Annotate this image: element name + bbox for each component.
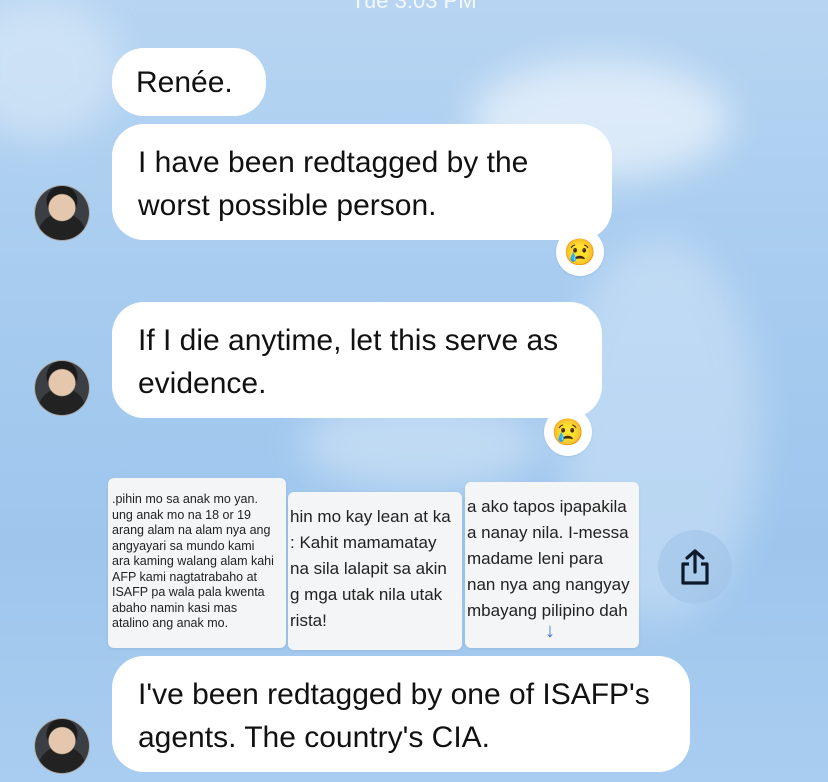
screenshot-text-line: a nanay nila. I-messa: [467, 523, 629, 542]
background-cloud: [0, 0, 120, 140]
message-bubble[interactable]: I've been redtagged by one of ISAFP's ag…: [112, 656, 690, 772]
sender-avatar[interactable]: [34, 360, 90, 416]
screenshot-text-line: .pihin mo sa anak mo yan.: [112, 492, 258, 506]
screenshot-text-line: ara kaming walang alam kahi: [112, 554, 274, 568]
screenshot-text-line: ISAFP pa wala pala kwenta: [112, 585, 265, 599]
reaction-emoji: 😢: [551, 416, 585, 447]
crying-face-reaction-icon[interactable]: 😢: [544, 408, 592, 456]
screenshot-attachment[interactable]: hin mo kay lean at ka : Kahit mamamatay …: [288, 492, 462, 650]
message-text: I have been redtagged by the worst possi…: [138, 146, 529, 222]
sender-avatar[interactable]: [34, 185, 90, 241]
sender-avatar[interactable]: [34, 718, 90, 774]
message-text: If I die anytime, let this serve as evid…: [138, 324, 559, 400]
share-icon: [681, 549, 709, 585]
screenshot-text-line: AFP kami nagtatrabaho at: [112, 569, 257, 584]
message-bubble[interactable]: I have been redtagged by the worst possi…: [112, 124, 612, 240]
screenshot-text-line: a ako tapos ipapakila: [467, 497, 627, 516]
screenshot-text-line: madame leni para: [467, 549, 604, 568]
message-bubble[interactable]: Renée.: [112, 48, 266, 116]
screenshot-attachment[interactable]: a ako tapos ipapakila a nanay nila. I-me…: [465, 482, 639, 648]
message-timestamp: Tue 3:03 PM: [351, 0, 477, 13]
screenshot-text-line: angyayari sa mundo kami: [112, 538, 255, 553]
screenshot-attachment[interactable]: .pihin mo sa anak mo yan. ung anak mo na…: [108, 478, 286, 648]
screenshot-text-line: na sila lalapit sa akin: [290, 559, 447, 578]
screenshot-text-line: atalino ang anak mo.: [112, 616, 229, 630]
arrow-down-icon[interactable]: ↓: [545, 620, 555, 643]
screenshot-text-line: hin mo kay lean at ka: [290, 507, 451, 526]
screenshot-text-line: rista!: [290, 611, 327, 630]
screenshot-text-line: nan nya ang nangyay: [467, 575, 630, 594]
message-bubble[interactable]: If I die anytime, let this serve as evid…: [112, 302, 602, 418]
crying-face-reaction-icon[interactable]: 😢: [556, 228, 604, 276]
screenshot-text-line: : Kahit mamamatay: [290, 533, 437, 552]
share-button[interactable]: [658, 530, 732, 604]
reaction-emoji: 😢: [563, 236, 597, 267]
screenshot-text-line: g mga utak nila utak: [290, 585, 443, 604]
message-text: I've been redtagged by one of ISAFP's ag…: [138, 678, 650, 754]
screenshot-text-line: ung anak mo na 18 or 19: [112, 507, 251, 522]
message-text: Renée.: [136, 66, 233, 99]
screenshot-text-line: arang alam na alam nya ang: [112, 523, 271, 537]
screenshot-text-line: abaho namin kasi mas: [112, 600, 238, 615]
